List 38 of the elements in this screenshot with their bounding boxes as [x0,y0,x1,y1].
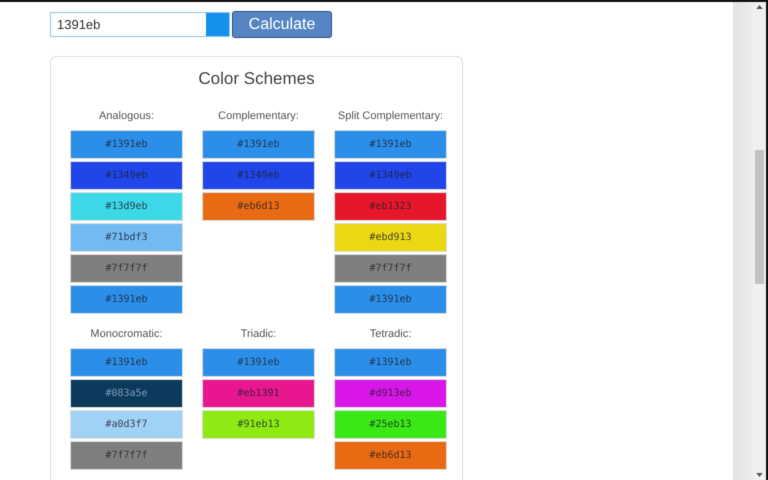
scrollbar-thumb[interactable] [755,150,764,284]
scheme-heading: Complementary: [217,110,300,122]
color-swatch: #083a5e [70,379,183,408]
color-swatch: #1391eb [70,285,183,314]
color-swatch: #d913eb [334,379,447,408]
color-swatch: #13d9eb [70,192,183,221]
scheme-heading: Analogous: [98,110,156,122]
color-swatch: #1391eb [70,348,183,377]
card-title: Color Schemes [197,69,316,89]
color-swatch: #1391eb [334,130,447,159]
color-swatch: #7f7f7f [70,254,183,283]
color-swatch: #1391eb [70,130,183,159]
scheme-heading: Monocromatic: [89,328,164,340]
scrollbar[interactable] [753,2,766,480]
color-swatch: #1391eb [202,348,315,377]
color-swatch: #1349eb [70,161,183,190]
color-swatch: #7f7f7f [334,254,447,283]
color-swatch: #eb1323 [334,192,447,221]
color-swatch: #eb6d13 [202,192,315,221]
scroll-down-icon[interactable] [756,473,763,477]
color-swatch: #71bdf3 [70,223,183,252]
color-swatch: #a0d3f7 [70,410,183,439]
calculate-button[interactable]: Calculate [232,11,332,38]
color-swatch: #1391eb [202,130,315,159]
color-swatch: #eb1391 [202,379,315,408]
color-swatch: #1349eb [202,161,315,190]
scheme-heading: Tetradic: [368,328,412,340]
scheme-heading: Split Complementary: [336,110,444,122]
color-swatch: #25eb13 [334,410,447,439]
color-swatch: #91eb13 [202,410,315,439]
color-swatch: #ebd913 [334,223,447,252]
color-swatch: #1349eb [334,161,447,190]
scheme-heading: Triadic: [240,328,278,340]
scroll-up-icon[interactable] [756,5,763,9]
color-swatch: #1391eb [334,285,447,314]
color-swatch: #eb6d13 [334,441,447,470]
color-swatch: #7f7f7f [70,441,183,470]
color-swatch: #1391eb [334,348,447,377]
